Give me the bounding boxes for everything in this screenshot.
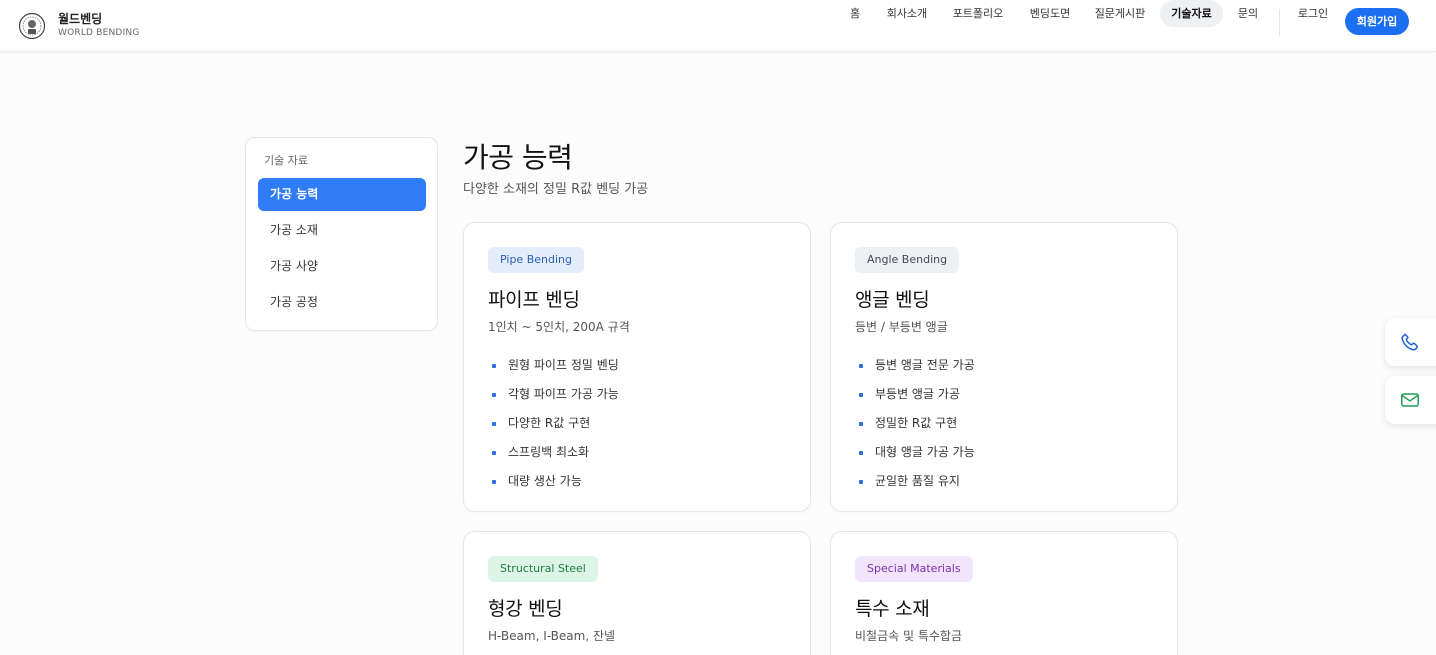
bullet-icon [492, 479, 496, 484]
feature-text: 원형 파이프 정밀 벤딩 [508, 358, 619, 372]
card-badge: Structural Steel [488, 556, 598, 582]
world-bending-logo-icon [18, 12, 46, 40]
bullet-icon [859, 392, 863, 397]
list-item: 균일한 품질 유지 [859, 467, 975, 496]
feature-list: 등변 앵글 전문 가공 부등변 앵글 가공 정밀한 R값 구현 대형 앵글 가공… [859, 351, 975, 496]
feature-list: 원형 파이프 정밀 벤딩 각형 파이프 가공 가능 다양한 R값 구현 스프링백… [492, 351, 619, 496]
list-item: 대량 생산 가능 [492, 467, 619, 496]
capability-card-special: Special Materials 특수 소재 비철금속 및 특수합금 [830, 531, 1178, 655]
nav-portfolio[interactable]: 포트폴리오 [945, 0, 1011, 27]
nav-divider [1279, 9, 1280, 36]
site-header: 월드벤딩 WORLD BENDING 홈 회사소개 포트폴리오 벤딩도면 질문게… [0, 0, 1436, 52]
feature-text: 대형 앵글 가공 가능 [875, 445, 975, 459]
sidebar-item-specs[interactable]: 가공 사양 [258, 250, 426, 283]
feature-text: 각형 파이프 가공 가능 [508, 387, 619, 401]
nav-login[interactable]: 로그인 [1290, 0, 1336, 27]
sidebar-item-capability[interactable]: 가공 능력 [258, 178, 426, 211]
nav-home[interactable]: 홈 [843, 0, 867, 27]
card-title: 형강 벤딩 [488, 598, 563, 620]
list-item: 각형 파이프 가공 가능 [492, 380, 619, 409]
page-subtitle: 다양한 소재의 정밀 R값 벤딩 가공 [463, 182, 649, 197]
bullet-icon [859, 479, 863, 484]
card-title: 앵글 벤딩 [855, 289, 930, 311]
brand-name: 월드벤딩 [58, 12, 103, 26]
nav-bending-drawings[interactable]: 벤딩도면 [1021, 0, 1079, 27]
card-badge: Special Materials [855, 556, 973, 582]
brand-subtitle: WORLD BENDING [58, 28, 140, 38]
bullet-icon [492, 392, 496, 397]
feature-text: 균일한 품질 유지 [875, 474, 960, 488]
list-item: 등변 앵글 전문 가공 [859, 351, 975, 380]
sidebar-item-process[interactable]: 가공 공정 [258, 286, 426, 319]
sidebar-item-materials[interactable]: 가공 소재 [258, 214, 426, 247]
feature-text: 정밀한 R값 구현 [875, 416, 958, 430]
feature-text: 스프링백 최소화 [508, 445, 590, 459]
feature-text: 대량 생산 가능 [508, 474, 582, 488]
brand[interactable]: 월드벤딩 WORLD BENDING [18, 8, 140, 44]
card-badge: Pipe Bending [488, 247, 584, 273]
list-item: 스프링백 최소화 [492, 438, 619, 467]
card-title: 특수 소재 [855, 598, 930, 620]
list-item: 대형 앵글 가공 가능 [859, 438, 975, 467]
signup-button[interactable]: 회원가입 [1345, 8, 1409, 35]
nav-tech-data[interactable]: 기술자료 [1160, 0, 1223, 27]
sidebar-heading: 기술 자료 [264, 154, 308, 167]
bullet-icon [859, 421, 863, 426]
capability-card-pipe: Pipe Bending 파이프 벤딩 1인치 ~ 5인치, 200A 규격 원… [463, 222, 811, 512]
list-item: 정밀한 R값 구현 [859, 409, 975, 438]
feature-text: 부등변 앵글 가공 [875, 387, 960, 401]
bullet-icon [492, 450, 496, 455]
list-item: 부등변 앵글 가공 [859, 380, 975, 409]
bullet-icon [859, 450, 863, 455]
nav-qna-board[interactable]: 질문게시판 [1087, 0, 1153, 27]
feature-text: 다양한 R값 구현 [508, 416, 591, 430]
mail-icon [1401, 393, 1419, 407]
capability-card-angle: Angle Bending 앵글 벤딩 등변 / 부등변 앵글 등변 앵글 전문… [830, 222, 1178, 512]
card-title: 파이프 벤딩 [488, 289, 580, 311]
tech-data-sidebar: 기술 자료 가공 능력 가공 소재 가공 사양 가공 공정 [245, 137, 438, 331]
card-subtitle: 1인치 ~ 5인치, 200A 규격 [488, 320, 630, 334]
page-title: 가공 능력 [463, 141, 573, 174]
card-subtitle: 비철금속 및 특수합금 [855, 629, 962, 643]
card-subtitle: H-Beam, I-Beam, 잔넬 [488, 629, 616, 643]
nav-contact[interactable]: 문의 [1232, 0, 1264, 27]
capability-card-structural: Structural Steel 형강 벤딩 H-Beam, I-Beam, 잔… [463, 531, 811, 655]
phone-button[interactable] [1385, 318, 1436, 366]
list-item: 다양한 R값 구현 [492, 409, 619, 438]
phone-icon [1401, 333, 1418, 351]
bullet-icon [492, 363, 496, 368]
nav-company[interactable]: 회사소개 [878, 0, 936, 27]
bullet-icon [859, 363, 863, 368]
card-subtitle: 등변 / 부등변 앵글 [855, 320, 948, 334]
feature-text: 등변 앵글 전문 가공 [875, 358, 975, 372]
email-button[interactable] [1385, 376, 1436, 424]
card-badge: Angle Bending [855, 247, 960, 273]
list-item: 원형 파이프 정밀 벤딩 [492, 351, 619, 380]
bullet-icon [492, 421, 496, 426]
